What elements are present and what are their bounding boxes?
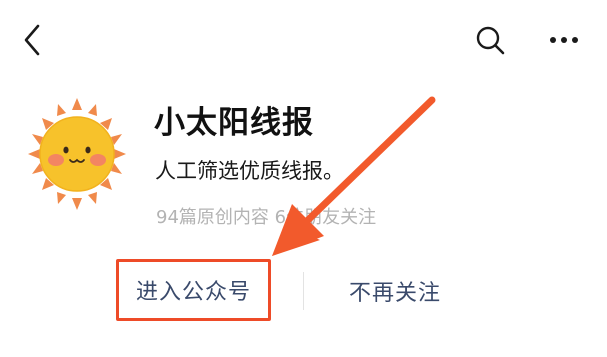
sun-avatar-icon (28, 98, 126, 210)
account-stats: 94篇原创内容 6位朋友关注 (156, 207, 377, 228)
chevron-left-icon (24, 24, 40, 56)
search-button[interactable] (470, 20, 510, 60)
more-dots-icon (550, 37, 578, 43)
account-description: 人工筛选优质线报。 (155, 159, 344, 183)
more-button[interactable] (540, 20, 588, 60)
account-avatar (26, 96, 128, 212)
search-icon (476, 26, 505, 55)
back-button[interactable] (14, 20, 54, 60)
enter-account-button[interactable]: 进入公众号 (116, 259, 271, 321)
button-divider (303, 272, 304, 310)
account-name: 小太阳线报 (154, 105, 314, 141)
top-nav-bar (0, 0, 607, 80)
unfollow-button[interactable]: 不再关注 (336, 262, 454, 320)
